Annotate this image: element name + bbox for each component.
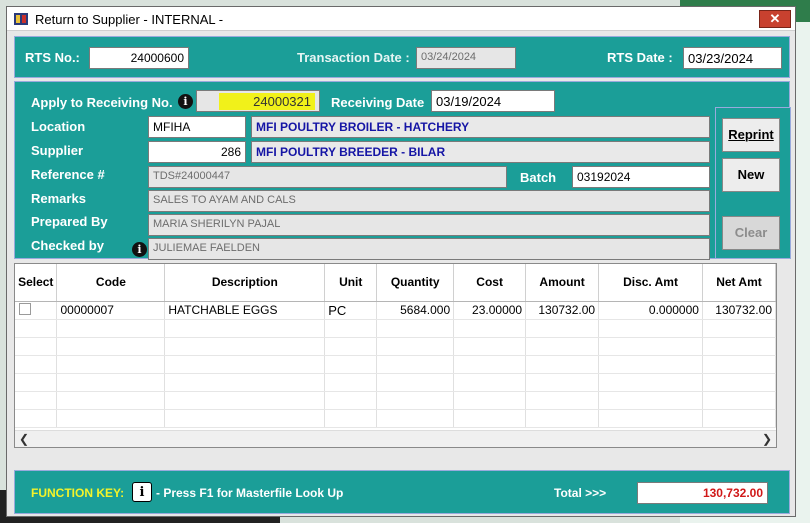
prepared-by-label: Prepared By: [31, 214, 108, 229]
col-cost[interactable]: Cost: [453, 264, 527, 302]
cell-cost: 23.00000: [453, 301, 527, 320]
table-row: [15, 319, 777, 338]
rts-date-label: RTS Date :: [607, 50, 673, 65]
col-code[interactable]: Code: [56, 264, 166, 302]
receiving-date-label: Receiving Date: [331, 95, 425, 110]
horizontal-scrollbar[interactable]: ❮ ❯: [15, 430, 776, 447]
cell-unit: PC: [324, 301, 378, 320]
table-row: [15, 409, 777, 428]
supplier-label: Supplier: [31, 143, 84, 158]
checked-by-info-icon[interactable]: i: [132, 242, 147, 257]
cell-description: HATCHABLE EGGS: [164, 301, 326, 320]
supplier-name-field: MFI POULTRY BREEDER - BILAR: [251, 141, 710, 163]
row-checkbox[interactable]: [19, 302, 31, 315]
batch-label: Batch: [520, 170, 557, 185]
col-select[interactable]: Select: [15, 264, 58, 302]
checked-by-label: Checked by: [31, 238, 104, 253]
reference-label: Reference #: [31, 167, 105, 182]
location-code-field[interactable]: MFIHA: [148, 116, 246, 138]
rts-no-label: RTS No.:: [25, 50, 80, 65]
cell-quantity: 5684.000: [376, 301, 455, 320]
apply-receiving-label: Apply to Receiving No.: [31, 95, 173, 110]
cell-code: 00000007: [56, 301, 166, 320]
batch-field[interactable]: 03192024: [572, 166, 710, 188]
total-label: Total >>>: [554, 486, 607, 500]
footer-panel: FUNCTION KEY: i - Press F1 for Masterfil…: [14, 470, 790, 514]
table-row: [15, 355, 777, 374]
header-panel: RTS No.: 24000600 Transaction Date : 03/…: [14, 36, 790, 78]
remarks-field[interactable]: SALES TO AYAM AND CALS: [148, 190, 710, 212]
rts-window: Return to Supplier - INTERNAL - ✕ RTS No…: [6, 6, 796, 517]
window-title: Return to Supplier - INTERNAL -: [35, 12, 224, 27]
table-row: [15, 373, 777, 392]
cell-net-amt: 130732.00: [702, 301, 777, 320]
table-row[interactable]: 00000007 HATCHABLE EGGS PC 5684.000 23.0…: [15, 301, 777, 320]
cell-disc-amt: 0.000000: [598, 301, 703, 320]
col-net-amt[interactable]: Net Amt: [702, 264, 777, 302]
transaction-date-label: Transaction Date :: [297, 50, 410, 65]
details-panel: Apply to Receiving No. i 24000321 Receiv…: [14, 81, 790, 260]
new-button[interactable]: New: [722, 158, 780, 192]
col-unit[interactable]: Unit: [324, 264, 378, 302]
receiving-date-field: 03/19/2024: [431, 90, 555, 112]
apply-receiving-field[interactable]: 24000321: [196, 90, 320, 112]
cell-amount: 130732.00: [525, 301, 600, 320]
close-button[interactable]: ✕: [759, 10, 791, 28]
clear-button: Clear: [722, 216, 780, 250]
rts-no-field[interactable]: 24000600: [89, 47, 189, 69]
items-table: Select Code Description Unit Quantity Co…: [15, 264, 777, 428]
location-label: Location: [31, 119, 86, 134]
scroll-left-icon[interactable]: ❮: [19, 432, 29, 446]
rts-date-field[interactable]: 03/23/2024: [683, 47, 782, 69]
col-description[interactable]: Description: [164, 264, 326, 302]
table-row: [15, 337, 777, 356]
transaction-date-field: 03/24/2024: [416, 47, 516, 69]
checked-by-field[interactable]: JULIEMAE FAELDEN: [148, 238, 710, 260]
table-row: [15, 391, 777, 410]
total-field: 130,732.00: [637, 482, 768, 504]
apply-receiving-value: 24000321: [219, 93, 315, 110]
supplier-code-field[interactable]: 286: [148, 141, 246, 163]
function-key-hint: - Press F1 for Masterfile Look Up: [156, 486, 344, 500]
reprint-button[interactable]: Reprint: [722, 118, 780, 152]
button-panel: Reprint New Clear: [715, 107, 791, 259]
scroll-right-icon[interactable]: ❯: [762, 432, 772, 446]
location-name-field: MFI POULTRY BROILER - HATCHERY: [251, 116, 710, 138]
row-checkbox-cell[interactable]: [15, 301, 58, 320]
items-grid: Select Code Description Unit Quantity Co…: [14, 263, 777, 448]
col-quantity[interactable]: Quantity: [376, 264, 455, 302]
remarks-label: Remarks: [31, 191, 86, 206]
function-key-icon: i: [132, 482, 152, 502]
col-disc-amt[interactable]: Disc. Amt: [598, 264, 703, 302]
info-icon[interactable]: i: [178, 94, 193, 109]
title-bar: Return to Supplier - INTERNAL - ✕: [7, 7, 795, 31]
app-icon: [14, 13, 28, 25]
col-amount[interactable]: Amount: [525, 264, 600, 302]
reference-field[interactable]: TDS#24000447: [148, 166, 507, 188]
prepared-by-field[interactable]: MARIA SHERILYN PAJAL: [148, 214, 710, 236]
function-key-label: FUNCTION KEY:: [31, 486, 125, 500]
